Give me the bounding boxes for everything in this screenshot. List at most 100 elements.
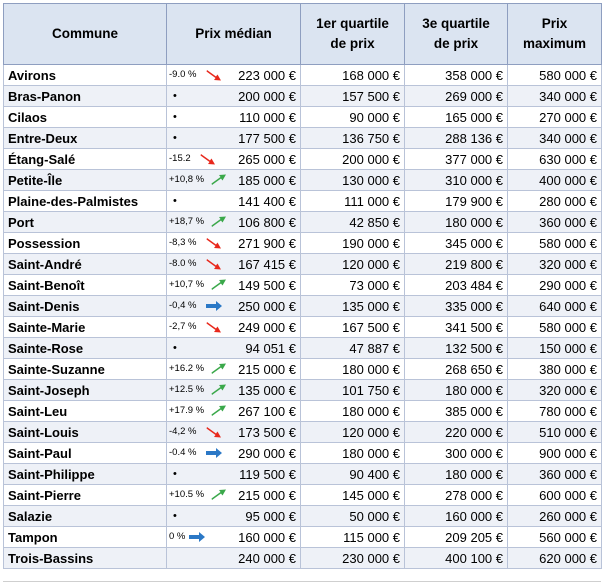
- table-row: Plaine-des-Palmistes • 141 400 €111 000 €1…: [3, 190, 602, 212]
- commune-name: Port: [3, 211, 167, 233]
- max-price-value: 510 000 €: [507, 421, 602, 443]
- header-median-price: Prix médian: [166, 3, 301, 65]
- max-price-value: 600 000 €: [507, 484, 602, 506]
- median-price-cell: • 177 500 €: [166, 127, 301, 149]
- price-change: +10,7 %: [169, 279, 205, 290]
- third-quartile-value: 269 000 €: [404, 85, 508, 107]
- table-row: Saint-André -8.0 % 167 415 €120 000 €219 8…: [3, 253, 602, 275]
- third-quartile-value: 180 000 €: [404, 211, 508, 233]
- median-price-value: 149 500 €: [238, 277, 296, 293]
- commune-name: Saint-Joseph: [3, 379, 167, 401]
- max-price-value: 320 000 €: [507, 379, 602, 401]
- median-price-value: 215 000 €: [238, 361, 296, 377]
- third-quartile-value: 341 500 €: [404, 316, 508, 338]
- table-row: Sainte-Rose • 94 051 €47 887 €132 500 €150…: [3, 337, 602, 359]
- first-quartile-value: 130 000 €: [300, 169, 405, 191]
- table-row: Sainte-Marie -2,7 % 249 000 €167 500 €341 …: [3, 316, 602, 338]
- first-quartile-value: 120 000 €: [300, 421, 405, 443]
- commune-name: Saint-Leu: [3, 400, 167, 422]
- price-change: -0,4 %: [169, 300, 197, 311]
- price-change: -15.2: [169, 153, 191, 164]
- median-price-cell: • 94 051 €: [166, 337, 301, 359]
- median-price-value: 200 000 €: [238, 88, 296, 104]
- first-quartile-value: 115 000 €: [300, 526, 405, 548]
- max-price-value: 580 000 €: [507, 232, 602, 254]
- third-quartile-value: 358 000 €: [404, 64, 508, 86]
- header-commune: Commune: [3, 3, 167, 65]
- table-row: Cilaos • 110 000 €90 000 €165 000 €270 000…: [3, 106, 602, 128]
- commune-name: Saint-André: [3, 253, 167, 275]
- table-row: Saint-Leu +17.9 % 267 100 €180 000 €385 00…: [3, 400, 602, 422]
- red-down-arrow-icon: [206, 70, 221, 81]
- max-price-value: 340 000 €: [507, 85, 602, 107]
- third-quartile-value: 300 000 €: [404, 442, 508, 464]
- bullet-icon: •: [173, 510, 177, 522]
- first-quartile-value: 50 000 €: [300, 505, 405, 527]
- third-quartile-value: 400 100 €: [404, 547, 508, 569]
- third-quartile-value: 335 000 €: [404, 295, 508, 317]
- max-price-value: 320 000 €: [507, 253, 602, 275]
- median-price-value: 95 000 €: [245, 508, 296, 524]
- median-price-cell: +17.9 % 267 100 €: [166, 400, 301, 422]
- median-price-cell: -4,2 % 173 500 €: [166, 421, 301, 443]
- third-quartile-value: 310 000 €: [404, 169, 508, 191]
- price-change: -2,7 %: [169, 321, 197, 332]
- first-quartile-value: 90 400 €: [300, 463, 405, 485]
- first-quartile-value: 136 750 €: [300, 127, 405, 149]
- median-price-value: 119 500 €: [239, 466, 296, 482]
- red-down-arrow-icon: [206, 322, 221, 333]
- median-price-cell: -0,4 % 250 000 €: [166, 295, 301, 317]
- third-quartile-value: 345 000 €: [404, 232, 508, 254]
- first-quartile-value: 42 850 €: [300, 211, 405, 233]
- commune-name: Saint-Denis: [3, 295, 167, 317]
- commune-name: Saint-Philippe: [3, 463, 167, 485]
- first-quartile-value: 145 000 €: [300, 484, 405, 506]
- commune-name: Possession: [3, 232, 167, 254]
- first-quartile-value: 47 887 €: [300, 337, 405, 359]
- third-quartile-value: 180 000 €: [404, 463, 508, 485]
- table-row: Saint-Paul -0.4 % 290 000 €180 000 €300 00…: [3, 442, 602, 464]
- header-max-price: Prix maximum: [507, 3, 602, 65]
- first-quartile-value: 180 000 €: [300, 400, 405, 422]
- third-quartile-value: 209 205 €: [404, 526, 508, 548]
- median-price-value: 290 000 €: [238, 445, 296, 461]
- max-price-value: 260 000 €: [507, 505, 602, 527]
- header-row: Commune Prix médian 1er quartile de prix…: [3, 3, 602, 65]
- table-row: Entre-Deux • 177 500 €136 750 €288 136 €34…: [3, 127, 602, 149]
- table-row: Tampon 0 % 160 000 €115 000 €209 205 €560 …: [3, 526, 602, 548]
- max-price-value: 640 000 €: [507, 295, 602, 317]
- table-row: Avirons -9.0 % 223 000 €168 000 €358 000 €…: [3, 64, 602, 86]
- price-change: +10,8 %: [169, 174, 205, 185]
- bullet-icon: •: [173, 342, 177, 354]
- median-price-cell: +10,8 % 185 000 €: [166, 169, 301, 191]
- third-quartile-value: 278 000 €: [404, 484, 508, 506]
- third-quartile-value: 203 484 €: [404, 274, 508, 296]
- table-row: Saint-Louis -4,2 % 173 500 €120 000 €220 0…: [3, 421, 602, 443]
- median-price-value: 160 000 €: [238, 529, 296, 545]
- median-price-cell: +12.5 % 135 000 €: [166, 379, 301, 401]
- commune-name: Saint-Louis: [3, 421, 167, 443]
- max-price-value: 280 000 €: [507, 190, 602, 212]
- commune-name: Saint-Paul: [3, 442, 167, 464]
- median-price-value: 271 900 €: [238, 235, 296, 251]
- blue-right-arrow-icon: [206, 301, 222, 311]
- commune-name: Saint-Benoît: [3, 274, 167, 296]
- median-price-value: 106 800 €: [238, 214, 296, 230]
- max-price-value: 380 000 €: [507, 358, 602, 380]
- bullet-icon: •: [173, 195, 177, 207]
- third-quartile-value: 377 000 €: [404, 148, 508, 170]
- commune-name: Tampon: [3, 526, 167, 548]
- first-quartile-value: 190 000 €: [300, 232, 405, 254]
- table-row: Trois-Bassins 240 000 €230 000 €400 100 €…: [3, 547, 602, 569]
- price-change: +10.5 %: [169, 489, 205, 500]
- table-row: Saint-Pierre +10.5 % 215 000 €145 000 €278…: [3, 484, 602, 506]
- table-row: Bras-Panon • 200 000 €157 500 €269 000 €34…: [3, 85, 602, 107]
- commune-name: Petite-Île: [3, 169, 167, 191]
- commune-name: Cilaos: [3, 106, 167, 128]
- first-quartile-value: 200 000 €: [300, 148, 405, 170]
- median-price-value: 250 000 €: [238, 298, 296, 314]
- first-quartile-value: 90 000 €: [300, 106, 405, 128]
- price-change: +17.9 %: [169, 405, 205, 416]
- median-price-value: 185 000 €: [238, 172, 296, 188]
- max-price-value: 270 000 €: [507, 106, 602, 128]
